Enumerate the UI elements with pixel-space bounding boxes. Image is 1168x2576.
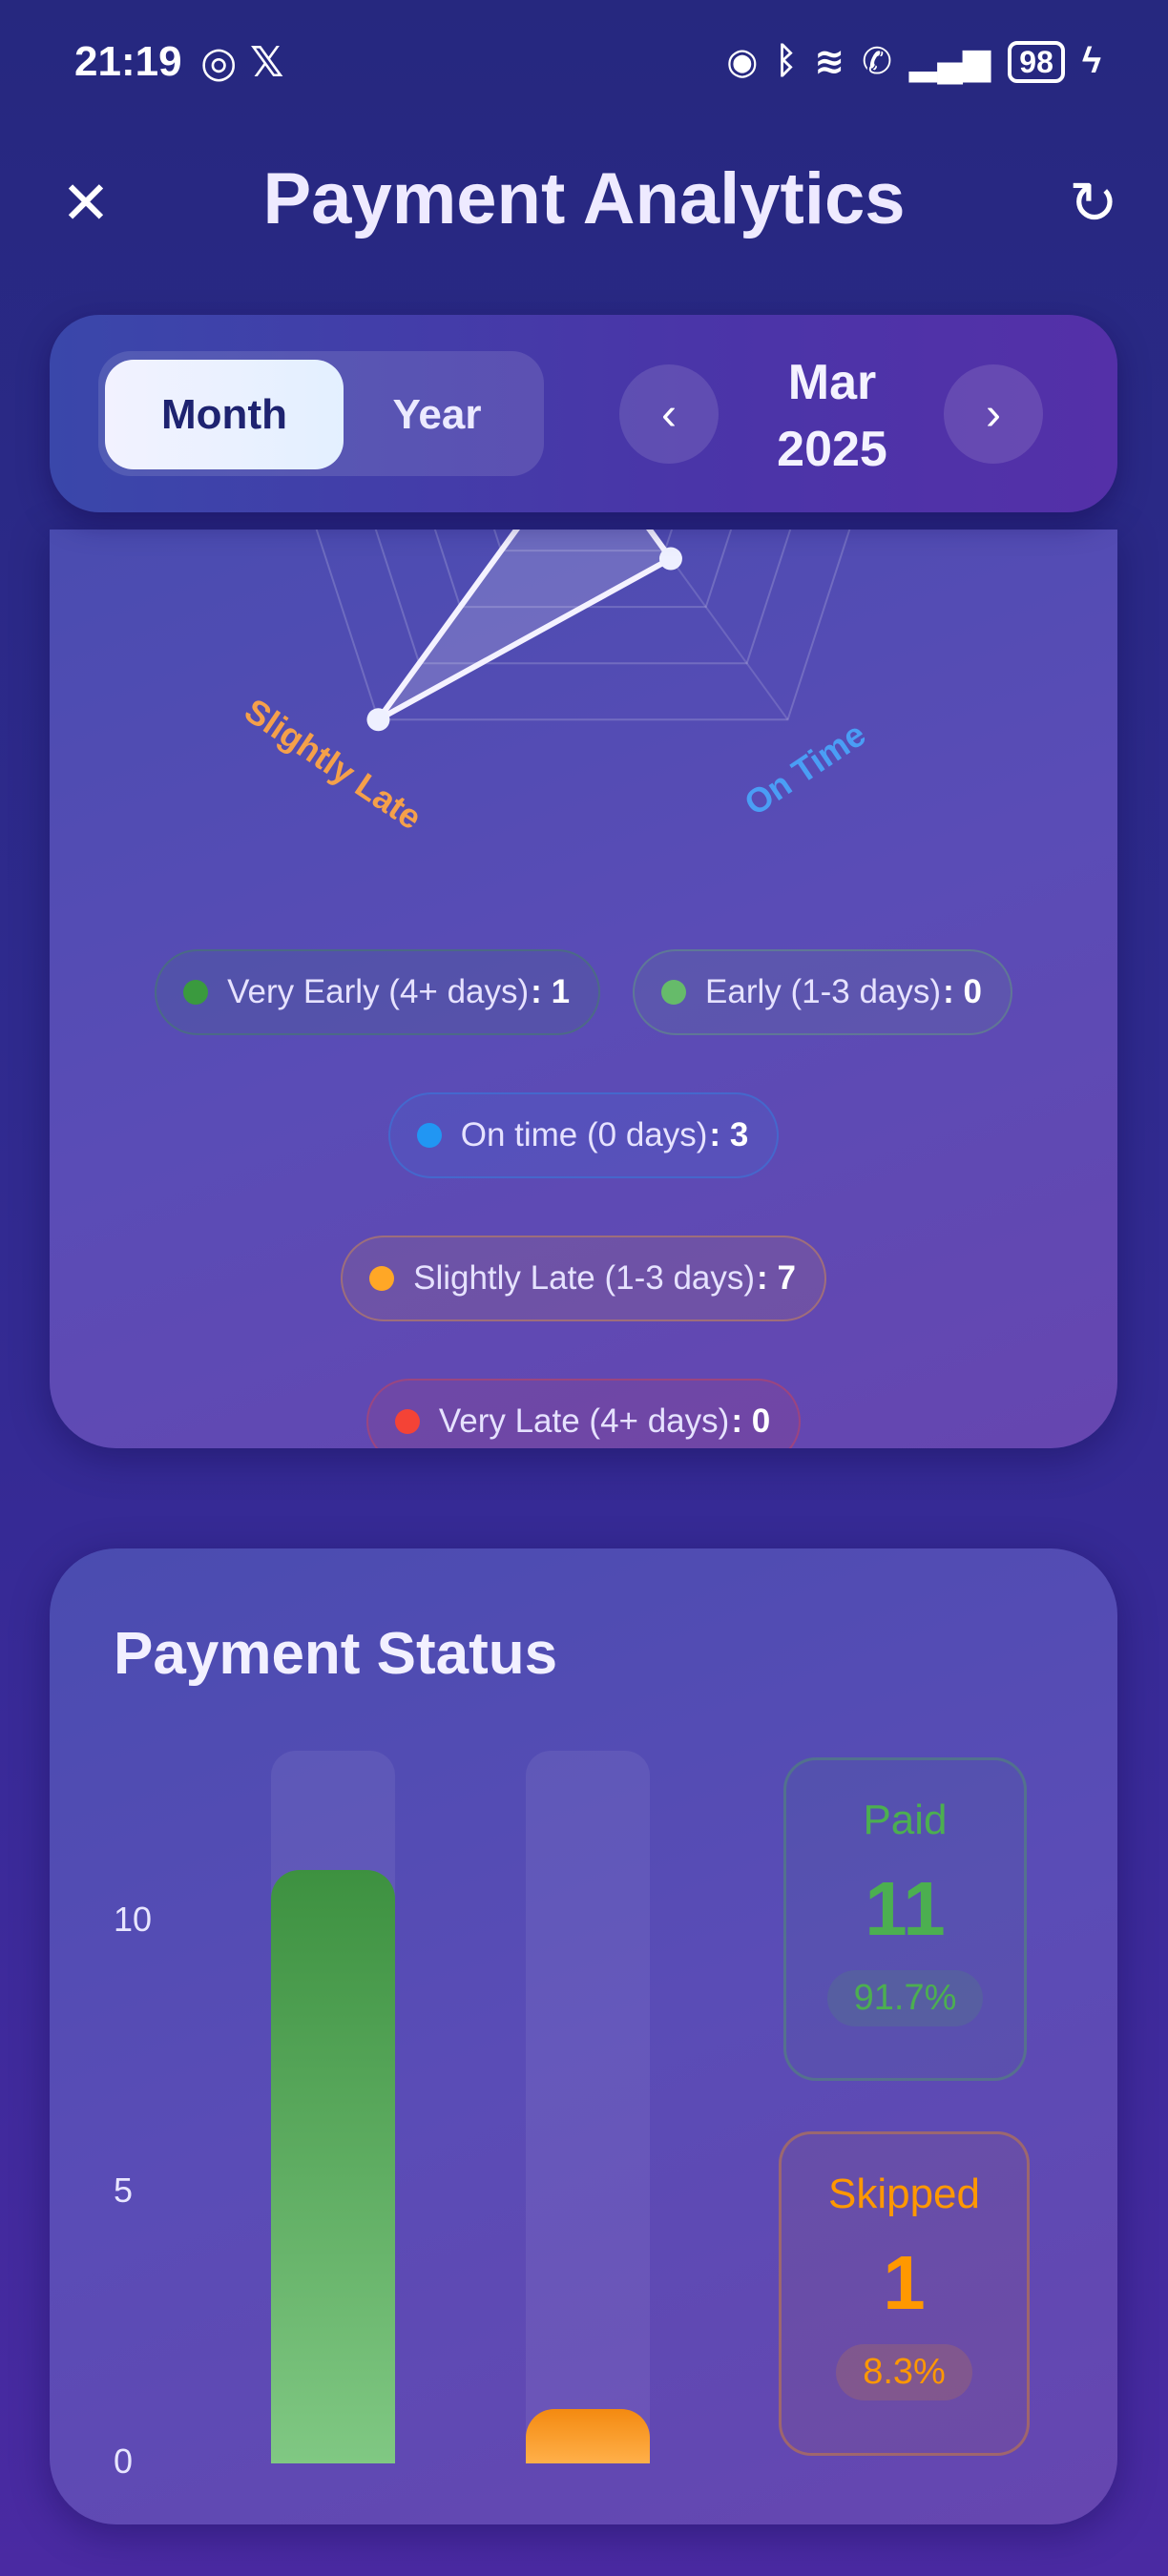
eye-icon: ◉ (726, 42, 759, 82)
radar-point-slightly-late (366, 708, 390, 732)
status-icons: ◉ ᛒ ≋ ✆ ▂▄▆ 98 ϟ (726, 40, 1101, 83)
y-tick-10: 10 (114, 1900, 153, 1939)
tab-month[interactable]: Month (105, 360, 344, 469)
paid-percent: 91.7% (826, 1970, 984, 2026)
prev-period-button[interactable]: ‹ (619, 364, 719, 464)
chevron-right-icon: › (986, 388, 1001, 440)
legend-dot (661, 980, 687, 1005)
radar-chart (315, 530, 851, 732)
legend-value: : 0 (943, 973, 982, 1010)
refresh-icon: ↻ (1069, 170, 1118, 237)
wifi-call-icon: ✆ (862, 42, 892, 82)
refresh-button[interactable]: ↻ (1055, 164, 1132, 240)
period-type-toggle: Month Year (98, 351, 544, 476)
battery-icon: 98 (1008, 40, 1065, 83)
wifi-icon: ≋ (814, 42, 845, 82)
skipped-label: Skipped (827, 2171, 980, 2217)
skipped-bar (526, 2409, 650, 2463)
radar-series (376, 530, 676, 722)
current-period: Mar 2025 (737, 349, 928, 483)
payment-status-card: Payment Status 10 5 0 Paid 11 91.7% Skip… (50, 1548, 1117, 2524)
legend-chip: Early (1-3 days): 0 (633, 949, 1012, 1035)
legend-label: Early (1-3 days) (705, 973, 942, 1010)
radar-point-on-time (658, 547, 682, 571)
legend-value: : 1 (531, 973, 571, 1010)
paid-bar (271, 1869, 395, 2463)
paid-count: 11 (865, 1866, 946, 1951)
status-time: 21:19 (74, 38, 182, 85)
paid-stat-box: Paid 11 91.7% (783, 1757, 1027, 2081)
legend-chip: On time (0 days): 3 (387, 1092, 780, 1178)
payment-status-title: Payment Status (114, 1621, 558, 1687)
payment-timing-card: Slightly Late On Time Very Early (4+ day… (50, 530, 1117, 1448)
skipped-percent: 8.3% (836, 2344, 972, 2400)
legend-label: Very Late (4+ days) (438, 1402, 730, 1440)
chevron-left-icon: ‹ (661, 388, 677, 440)
y-tick-5: 5 (114, 2171, 134, 2210)
skipped-bar-track (526, 1751, 650, 2463)
legend-label: Slightly Late (1-3 days) (413, 1259, 756, 1297)
charging-icon: ϟ (1081, 41, 1101, 81)
legend-value: : 0 (731, 1402, 771, 1440)
legend-dot (183, 980, 209, 1005)
radar-legend: Very Early (4+ days): 1 Early (1-3 days):… (50, 949, 1117, 1448)
legend-dot (416, 1123, 442, 1148)
legend-label: Very Early (4+ days) (227, 973, 530, 1010)
period-selector: Month Year ‹ Mar 2025 › (50, 315, 1117, 512)
y-tick-0: 0 (114, 2441, 134, 2481)
x-icon: 𝕏 (250, 39, 284, 86)
paid-label: Paid (863, 1797, 948, 1843)
period-month: Mar (787, 355, 877, 410)
period-year: 2025 (777, 422, 887, 477)
legend-dot (394, 1409, 420, 1434)
tab-year[interactable]: Year (318, 360, 556, 469)
legend-chip: Very Late (4+ days): 0 (365, 1379, 802, 1448)
paid-bar-track (271, 1751, 395, 2463)
legend-dot (369, 1266, 395, 1291)
legend-value: : 7 (757, 1259, 796, 1297)
bluetooth-icon: ᛒ (775, 41, 798, 81)
signal-icon: ▂▄▆ (908, 42, 991, 82)
legend-chip: Very Early (4+ days): 1 (155, 949, 601, 1035)
next-period-button[interactable]: › (944, 364, 1043, 464)
legend-label: On time (0 days) (460, 1116, 708, 1153)
whatsapp-icon: ◎ (200, 39, 238, 86)
page-title: Payment Analytics (262, 158, 906, 239)
legend-value: : 3 (709, 1116, 749, 1153)
status-bar: 21:19 ◎ 𝕏 ◉ ᛒ ≋ ✆ ▂▄▆ 98 ϟ (0, 38, 1168, 95)
skipped-count: 1 (883, 2240, 926, 2325)
legend-chip: Slightly Late (1-3 days): 7 (341, 1236, 826, 1321)
skipped-stat-box: Skipped 1 8.3% (779, 2131, 1030, 2456)
